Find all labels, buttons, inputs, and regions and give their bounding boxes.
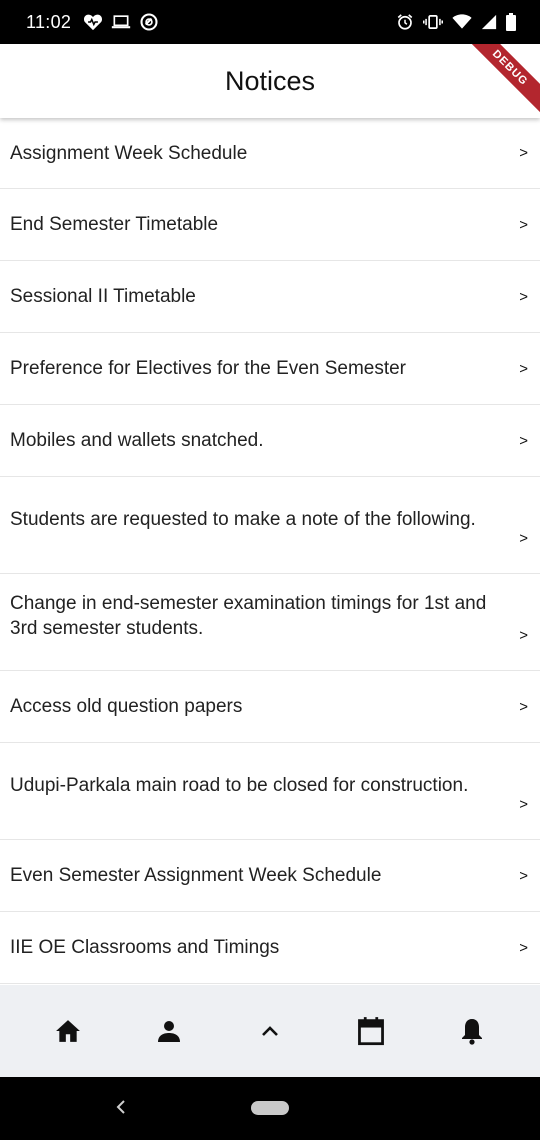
list-item[interactable]: Mobiles and wallets snatched. > xyxy=(0,405,540,477)
person-icon[interactable] xyxy=(139,1001,199,1061)
bell-icon[interactable] xyxy=(442,1001,502,1061)
notice-title: Udupi-Parkala main road to be closed for… xyxy=(10,774,469,796)
status-left-icons xyxy=(83,12,159,32)
debug-banner: DEBUG xyxy=(460,44,540,118)
laptop-icon xyxy=(111,14,131,30)
system-nav-bar xyxy=(0,1077,540,1140)
chevron-right-icon: > xyxy=(519,216,528,233)
list-item[interactable]: Access old question papers > xyxy=(0,671,540,743)
chevron-up-icon[interactable] xyxy=(240,1001,300,1061)
notice-title: Change in end-semester examination timin… xyxy=(10,593,487,639)
alarm-icon xyxy=(396,13,414,31)
data-saver-icon xyxy=(139,12,159,32)
page-title: Notices xyxy=(224,65,316,96)
chevron-right-icon: > xyxy=(519,627,528,644)
home-icon[interactable] xyxy=(38,1001,98,1061)
chevron-right-icon: > xyxy=(519,867,528,884)
chevron-right-icon: > xyxy=(519,288,528,305)
calendar-icon[interactable] xyxy=(341,1001,401,1061)
vibrate-icon xyxy=(423,14,443,30)
chevron-right-icon: > xyxy=(519,432,528,449)
notice-list: Assignment Week Schedule > End Semester … xyxy=(0,118,540,984)
chevron-right-icon: > xyxy=(519,530,528,547)
notice-title: Sessional II Timetable xyxy=(10,286,196,307)
status-right-icons xyxy=(396,13,516,31)
signal-icon xyxy=(481,14,497,30)
heart-icon xyxy=(83,13,103,31)
bottom-nav xyxy=(0,985,540,1077)
list-item[interactable]: Preference for Electives for the Even Se… xyxy=(0,333,540,405)
battery-icon xyxy=(506,13,516,31)
notice-title: Access old question papers xyxy=(10,696,243,717)
chevron-right-icon: > xyxy=(519,360,528,377)
list-item[interactable]: Sessional II Timetable > xyxy=(0,261,540,333)
chevron-right-icon: > xyxy=(519,698,528,715)
chevron-right-icon: > xyxy=(519,144,528,162)
list-item[interactable]: Assignment Week Schedule > xyxy=(0,118,540,189)
list-item[interactable]: IIE OE Classrooms and Timings > xyxy=(0,912,540,984)
status-time: 11:02 xyxy=(26,11,72,32)
wifi-icon xyxy=(452,14,472,30)
home-pill[interactable] xyxy=(251,1101,289,1115)
list-item[interactable]: Change in end-semester examination timin… xyxy=(0,574,540,671)
notice-title: End Semester Timetable xyxy=(10,214,219,235)
app-bar: Notices DEBUG xyxy=(0,44,540,118)
notice-title: Preference for Electives for the Even Se… xyxy=(10,358,407,379)
notice-title: Students are requested to make a note of… xyxy=(10,508,476,530)
list-item[interactable]: End Semester Timetable > xyxy=(0,189,540,261)
list-item[interactable]: Students are requested to make a note of… xyxy=(0,477,540,574)
list-item[interactable]: Even Semester Assignment Week Schedule > xyxy=(0,840,540,912)
list-item[interactable]: Udupi-Parkala main road to be closed for… xyxy=(0,743,540,840)
status-bar: 11:02 xyxy=(0,0,540,44)
chevron-right-icon: > xyxy=(519,939,528,956)
notice-title: IIE OE Classrooms and Timings xyxy=(10,937,280,958)
chevron-right-icon: > xyxy=(519,796,528,813)
back-icon[interactable] xyxy=(110,1095,134,1119)
notice-title: Even Semester Assignment Week Schedule xyxy=(10,865,382,886)
notice-title: Mobiles and wallets snatched. xyxy=(10,430,264,451)
notice-title: Assignment Week Schedule xyxy=(10,142,248,164)
